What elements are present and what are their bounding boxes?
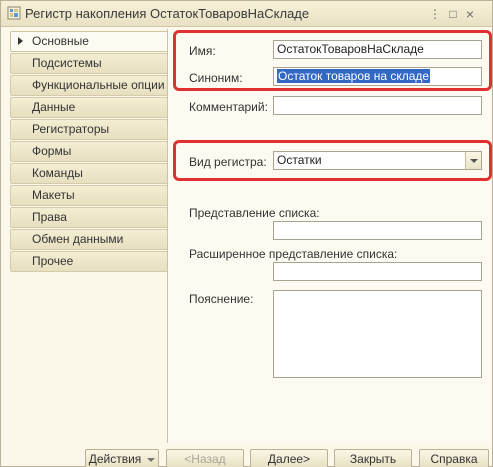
nav-item-label: Прочее <box>32 254 74 268</box>
comment-field[interactable] <box>273 96 482 115</box>
register-icon <box>7 6 21 20</box>
explanation-label: Пояснение: <box>189 292 254 306</box>
window-title: Регистр накопления ОстатокТоваровНаСклад… <box>25 6 310 21</box>
nav-item-basic[interactable]: Основные <box>10 31 170 52</box>
current-section-arrow-icon <box>18 37 23 45</box>
help-button[interactable]: Справка <box>419 449 489 467</box>
close-icon[interactable]: × <box>462 6 478 22</box>
nav-item-label: Функциональные опции <box>32 78 165 92</box>
next-button[interactable]: Далее> <box>250 449 328 467</box>
list-presentation-label: Представление списка: <box>189 206 320 220</box>
nav-item-data[interactable]: Данные <box>10 97 168 118</box>
nav-item-label: Данные <box>32 100 76 114</box>
nav-item-registrators[interactable]: Регистраторы <box>10 119 168 140</box>
nav-item-label: Основные <box>32 34 89 48</box>
nav-item-label: Формы <box>32 144 72 158</box>
nav-item-label: Подсистемы <box>32 56 102 70</box>
nav-item-rights[interactable]: Права <box>10 207 168 228</box>
extended-list-presentation-label: Расширенное представление списка: <box>189 247 398 261</box>
list-presentation-field[interactable] <box>273 221 482 240</box>
nav-item-label: Обмен данными <box>32 232 124 246</box>
extended-list-presentation-field[interactable] <box>273 262 482 281</box>
more-options-icon[interactable]: ⋮ <box>427 6 443 22</box>
close-button[interactable]: Закрыть <box>334 449 412 467</box>
nav-item-other[interactable]: Прочее <box>10 251 168 272</box>
chevron-down-icon <box>147 457 156 462</box>
explanation-field[interactable] <box>273 290 482 378</box>
nav-item-label: Макеты <box>32 188 75 202</box>
comment-label: Комментарий: <box>189 100 268 114</box>
basic-properties-panel: Имя: ОстатокТоваровНаСкладе Синоним: Ост… <box>167 29 492 443</box>
name-synonym-highlight <box>173 30 492 91</box>
nav-item-commands[interactable]: Команды <box>10 163 168 184</box>
nav-item-subsystems[interactable]: Подсистемы <box>10 53 168 74</box>
nav-item-label: Команды <box>32 166 83 180</box>
nav-item-functional-options[interactable]: Функциональные опции <box>10 75 168 96</box>
nav-item-templates[interactable]: Макеты <box>10 185 168 206</box>
register-properties-window: Регистр накопления ОстатокТоваровНаСклад… <box>0 0 493 467</box>
actions-label: Действия <box>88 452 142 466</box>
maximize-icon[interactable]: □ <box>445 6 461 22</box>
title-bar: Регистр накопления ОстатокТоваровНаСклад… <box>1 1 492 27</box>
nav-item-label: Права <box>32 210 67 224</box>
nav-item-label: Регистраторы <box>32 122 110 136</box>
actions-button[interactable]: Действия <box>85 449 159 467</box>
nav-item-forms[interactable]: Формы <box>10 141 168 162</box>
register-kind-highlight <box>173 140 492 181</box>
back-button[interactable]: <Назад <box>166 449 244 467</box>
nav-item-data-exchange[interactable]: Обмен данными <box>10 229 168 250</box>
sections-nav: Основные Подсистемы Функциональные опции… <box>10 31 170 441</box>
